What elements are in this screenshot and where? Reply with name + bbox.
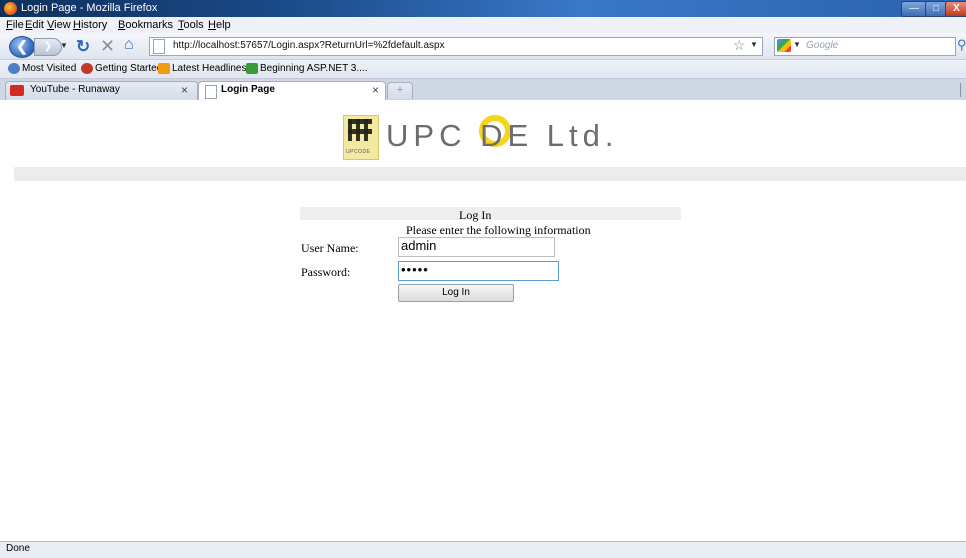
rss-icon — [158, 63, 170, 74]
firefox-logo-icon — [4, 2, 17, 15]
most-visited-icon — [8, 63, 20, 74]
menu-history[interactable]: History — [73, 19, 107, 31]
url-text[interactable]: http://localhost:57657/Login.aspx?Return… — [173, 40, 445, 51]
page-icon — [205, 85, 217, 99]
search-bar[interactable] — [774, 37, 956, 56]
menu-bookmarks[interactable]: Bookmarks — [118, 19, 173, 31]
back-arrow-icon[interactable]: ❮ — [9, 36, 35, 58]
login-button[interactable]: Log In — [398, 284, 514, 302]
bookmark-beginning-asp[interactable]: Beginning ASP.NET 3.... — [260, 63, 367, 74]
menu-tools[interactable]: Tools — [178, 19, 204, 31]
bookmark-star-icon[interactable]: ☆ — [733, 37, 746, 54]
search-engine-icon[interactable] — [777, 39, 791, 52]
forward-arrow-icon[interactable]: ❯ — [34, 38, 62, 56]
tab-login-label: Login Page — [221, 84, 275, 95]
close-window-button[interactable]: X — [945, 1, 966, 17]
logo-mark-label: UPCODE — [346, 149, 371, 155]
minimize-button[interactable]: — — [901, 1, 927, 17]
window-title-bar: Login Page - Mozilla Firefox — [0, 0, 966, 17]
status-text: Done — [6, 543, 30, 554]
logo-text: UPC DE Ltd. — [386, 118, 619, 153]
bookmark-latest-headlines[interactable]: Latest Headlines — [172, 63, 247, 74]
password-input[interactable]: ••••• — [398, 261, 559, 281]
menu-help[interactable]: Help — [208, 19, 231, 31]
password-label: Password: — [301, 265, 351, 279]
menu-edit[interactable]: Edit — [25, 19, 44, 31]
search-input[interactable]: Google — [806, 40, 838, 51]
menu-view[interactable]: View — [47, 19, 71, 31]
tab-youtube-label: YouTube - Runaway — [30, 84, 120, 95]
url-dropdown-icon[interactable]: ▼ — [750, 40, 758, 49]
tab-list-icon[interactable] — [960, 83, 966, 97]
asp-icon — [246, 63, 258, 74]
login-instructions: Please enter the following information — [406, 223, 591, 237]
barcode-icon — [348, 119, 372, 141]
username-label: User Name: — [301, 241, 359, 255]
header-band — [14, 167, 966, 181]
firefox-icon — [81, 63, 93, 74]
home-icon[interactable]: ⌂ — [124, 36, 134, 54]
menu-file[interactable]: File — [6, 19, 24, 31]
status-bar — [0, 541, 966, 558]
reload-icon[interactable]: ↻ — [76, 37, 90, 57]
bookmark-most-visited[interactable]: Most Visited — [22, 63, 76, 74]
bookmark-getting-started[interactable]: Getting Started — [95, 63, 162, 74]
new-tab-icon[interactable]: + — [387, 82, 413, 99]
stop-icon[interactable]: ✕ — [100, 36, 115, 57]
close-tab-icon[interactable]: × — [181, 83, 188, 97]
search-icon[interactable]: ⚲ — [957, 37, 966, 53]
window-title: Login Page - Mozilla Firefox — [21, 2, 158, 14]
username-input[interactable]: admin — [398, 237, 555, 257]
close-tab-icon[interactable]: × — [372, 83, 379, 97]
login-title: Log In — [459, 208, 492, 222]
history-dropdown-icon[interactable]: ▼ — [60, 40, 69, 52]
youtube-icon — [10, 85, 24, 96]
maximize-button[interactable]: □ — [925, 1, 947, 17]
page-identity-icon[interactable] — [153, 39, 165, 54]
search-engine-dropdown-icon[interactable]: ▼ — [793, 40, 801, 49]
menu-bar: File Edit View History Bookmarks Tools H… — [0, 17, 966, 33]
